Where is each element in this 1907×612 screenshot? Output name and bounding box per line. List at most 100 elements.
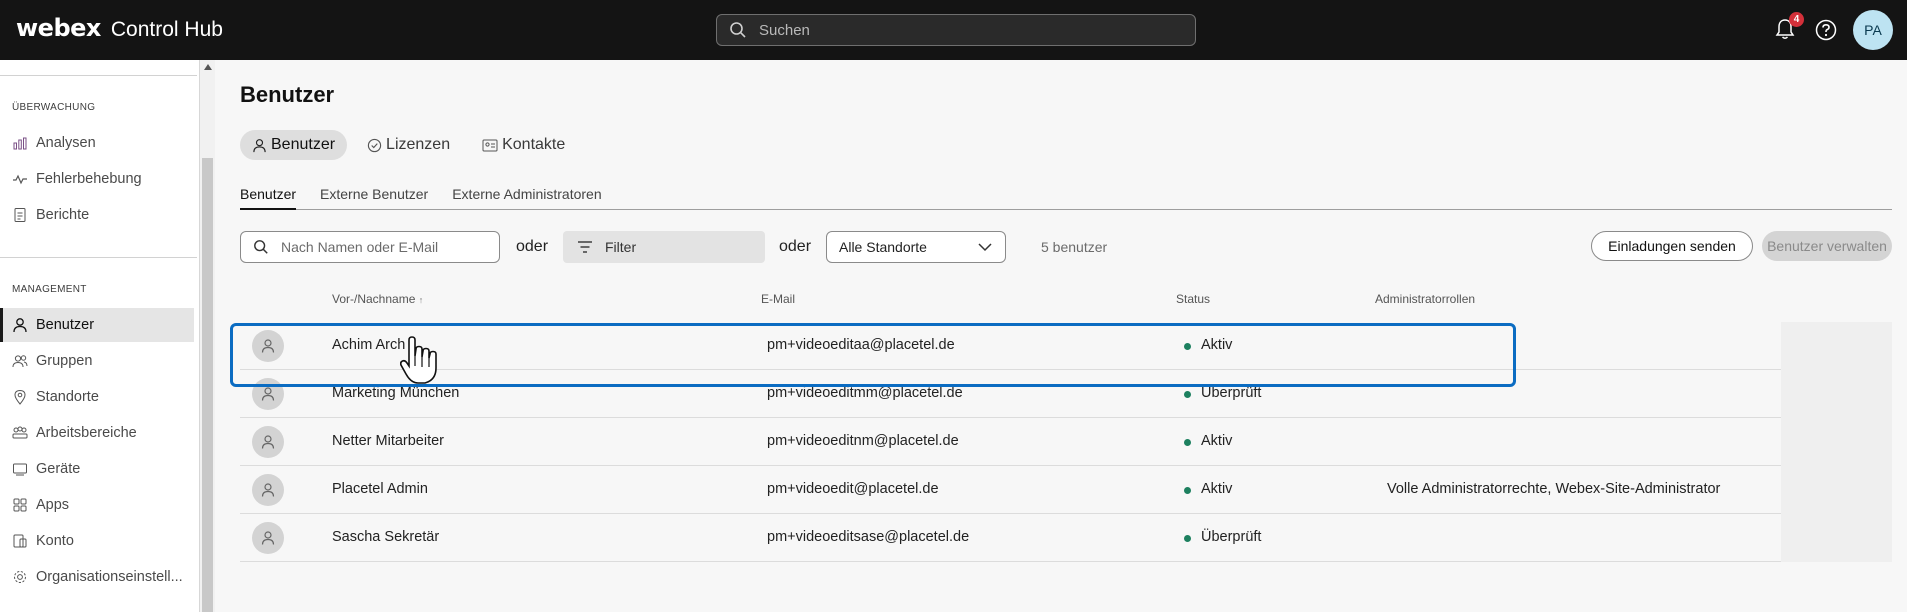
sidebar-scrollbar[interactable] bbox=[200, 60, 215, 612]
webex-logo: webex bbox=[16, 14, 101, 42]
search-icon bbox=[254, 240, 268, 254]
subtab-externe-benutzer[interactable]: Externe Benutzer bbox=[320, 186, 428, 210]
row-actions-area bbox=[1781, 322, 1892, 370]
filter-button[interactable]: Filter bbox=[563, 231, 765, 263]
column-header-status[interactable]: Status bbox=[1176, 292, 1210, 306]
table-row[interactable]: Marketing München pm+videoeditmm@placete… bbox=[240, 370, 1892, 418]
sidebar-item-apps[interactable]: Apps bbox=[0, 488, 194, 522]
sidebar-item-organisationseinstellungen[interactable]: Organisationseinstell... bbox=[0, 560, 194, 594]
sidebar-item-label: Organisationseinstell... bbox=[36, 569, 183, 585]
user-name[interactable]: Sascha Sekretär bbox=[332, 529, 439, 545]
table-header: Vor-/Nachname ↑ E-Mail Status Administra… bbox=[240, 292, 1892, 310]
row-actions-area bbox=[1781, 466, 1892, 514]
avatar bbox=[252, 474, 284, 506]
status-dot-icon bbox=[1184, 391, 1191, 398]
global-search-placeholder: Suchen bbox=[759, 21, 810, 39]
tab-label: Lizenzen bbox=[386, 136, 451, 153]
column-header-label: Vor-/Nachname bbox=[332, 292, 416, 306]
scroll-up-arrow-icon[interactable] bbox=[204, 64, 212, 70]
sidebar-item-gruppen[interactable]: Gruppen bbox=[0, 344, 194, 378]
table-row[interactable]: Netter Mitarbeiter pm+videoeditnm@placet… bbox=[240, 418, 1892, 466]
user-roles: Volle Administratorrechte, Webex-Site-Ad… bbox=[1387, 481, 1721, 497]
manage-users-button[interactable]: Benutzer verwalten bbox=[1762, 231, 1892, 261]
user-icon bbox=[261, 531, 275, 545]
user-icon bbox=[261, 435, 275, 449]
user-status: Aktiv bbox=[1201, 481, 1233, 497]
sidebar-item-konto[interactable]: Konto bbox=[0, 524, 194, 558]
user-status: Überprüft bbox=[1201, 385, 1262, 401]
scrollbar-thumb[interactable] bbox=[202, 158, 213, 612]
user-email: pm+videoeditaa@placetel.de bbox=[767, 337, 955, 353]
global-search-input[interactable]: Suchen bbox=[716, 14, 1196, 46]
row-actions-area bbox=[1781, 418, 1892, 466]
sidebar-item-geraete[interactable]: Geräte bbox=[0, 452, 194, 486]
help-icon[interactable] bbox=[1815, 19, 1837, 41]
product-name: Control Hub bbox=[110, 18, 223, 41]
sidebar-item-label: Apps bbox=[36, 497, 70, 513]
top-bar: webex Control Hub Suchen 4 PA bbox=[0, 0, 1907, 60]
sidebar-item-label: Gruppen bbox=[36, 353, 93, 369]
sidebar-item-label: Konto bbox=[36, 533, 74, 549]
sidebar-item-label: Analysen bbox=[36, 135, 96, 151]
table-row[interactable]: Placetel Admin pm+videoedit@placetel.de … bbox=[240, 466, 1892, 514]
device-icon bbox=[13, 463, 27, 476]
send-invitations-button[interactable]: Einladungen senden bbox=[1591, 231, 1753, 261]
sidebar-item-fehlerbehebung[interactable]: Fehlerbehebung bbox=[0, 162, 194, 196]
gear-icon bbox=[14, 571, 26, 583]
sidebar-item-benutzer[interactable]: Benutzer bbox=[0, 308, 194, 342]
filter-label: Filter bbox=[605, 239, 637, 255]
chevron-down-icon bbox=[978, 243, 992, 252]
user-avatar[interactable]: PA bbox=[1853, 10, 1893, 50]
status-dot-icon bbox=[1184, 535, 1191, 542]
tab-label: Kontakte bbox=[502, 136, 566, 153]
location-select-value: Alle Standorte bbox=[839, 239, 927, 255]
location-pin-icon bbox=[14, 389, 26, 405]
toolbar: Nach Namen oder E-Mail oder Filter oder … bbox=[240, 231, 1892, 265]
avatar bbox=[252, 522, 284, 554]
sidebar-item-label: Benutzer bbox=[36, 317, 95, 333]
location-select[interactable]: Alle Standorte bbox=[826, 231, 1006, 263]
user-name[interactable]: Netter Mitarbeiter bbox=[332, 433, 444, 449]
user-name[interactable]: Achim Arch bbox=[332, 337, 405, 353]
subtab-benutzer[interactable]: Benutzer bbox=[240, 186, 297, 210]
pulse-icon bbox=[13, 174, 27, 185]
status-dot-icon bbox=[1184, 439, 1191, 446]
avatar bbox=[252, 378, 284, 410]
user-email: pm+videoeditsase@placetel.de bbox=[767, 529, 970, 545]
sidebar-item-berichte[interactable]: Berichte bbox=[0, 198, 194, 232]
user-name[interactable]: Placetel Admin bbox=[332, 481, 428, 497]
user-count: 5 benutzer bbox=[1041, 239, 1108, 255]
subtab-externe-administratoren[interactable]: Externe Administratoren bbox=[452, 186, 601, 210]
sidebar-item-analysen[interactable]: Analysen bbox=[0, 126, 194, 160]
user-icon bbox=[261, 483, 275, 497]
avatar bbox=[252, 330, 284, 362]
sidebar-section-management: MANAGEMENT bbox=[12, 284, 87, 295]
sidebar-item-arbeitsbereiche[interactable]: Arbeitsbereiche bbox=[0, 416, 194, 450]
sidebar-item-standorte[interactable]: Standorte bbox=[0, 380, 194, 414]
brand[interactable]: webex Control Hub bbox=[16, 14, 223, 42]
user-icon bbox=[253, 138, 266, 152]
search-icon bbox=[730, 22, 746, 38]
tab-benutzer[interactable]: Benutzer bbox=[240, 130, 348, 160]
column-header-email[interactable]: E-Mail bbox=[761, 292, 795, 306]
user-search-input[interactable]: Nach Namen oder E-Mail bbox=[240, 231, 500, 263]
tab-lizenzen[interactable]: Lizenzen bbox=[355, 130, 462, 160]
contact-card-icon bbox=[482, 139, 498, 151]
report-icon bbox=[14, 208, 26, 222]
user-icon bbox=[261, 339, 275, 353]
table-row[interactable]: Sascha Sekretär pm+videoeditsase@placete… bbox=[240, 514, 1892, 562]
sidebar-divider bbox=[0, 75, 197, 76]
subtabs: Benutzer Externe Benutzer Externe Admini… bbox=[240, 186, 1892, 210]
sidebar-item-label: Fehlerbehebung bbox=[36, 171, 142, 187]
user-status: Überprüft bbox=[1201, 529, 1262, 545]
column-header-name[interactable]: Vor-/Nachname ↑ bbox=[332, 292, 423, 306]
table-row[interactable]: Achim Arch pm+videoeditaa@placetel.de Ak… bbox=[240, 322, 1892, 370]
column-header-roles[interactable]: Administratorrollen bbox=[1375, 292, 1475, 306]
group-icon bbox=[12, 355, 28, 368]
user-email: pm+videoedit@placetel.de bbox=[767, 481, 939, 497]
user-email: pm+videoeditmm@placetel.de bbox=[767, 385, 963, 401]
user-name[interactable]: Marketing München bbox=[332, 385, 459, 401]
status-dot-icon bbox=[1184, 343, 1191, 350]
sidebar-item-label: Arbeitsbereiche bbox=[36, 425, 137, 441]
tab-kontakte[interactable]: Kontakte bbox=[470, 130, 577, 160]
